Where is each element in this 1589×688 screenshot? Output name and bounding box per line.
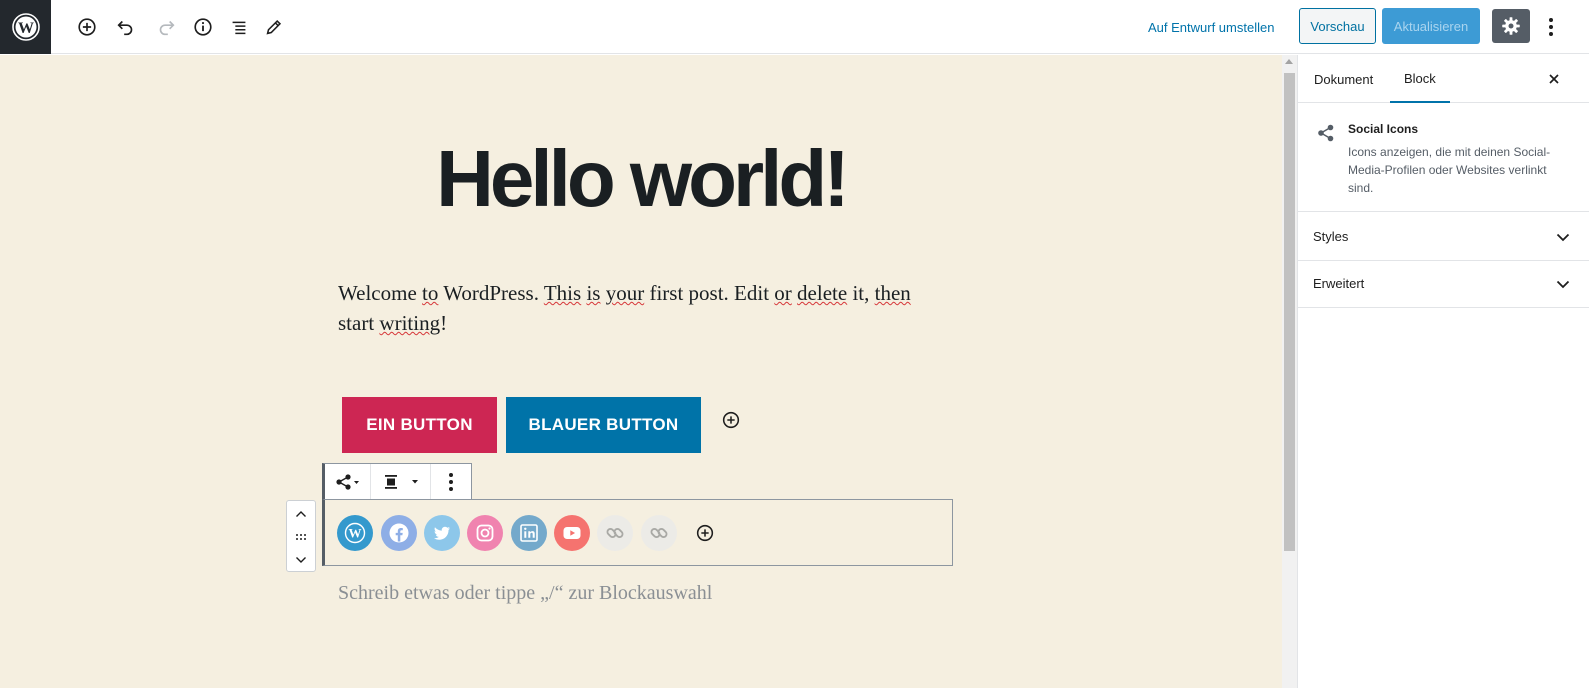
youtube-icon <box>563 527 581 539</box>
settings-button[interactable] <box>1492 9 1530 43</box>
redo-icon <box>159 20 175 36</box>
paragraph-text: is <box>586 281 601 305</box>
ein-button[interactable]: EIN BUTTON <box>342 397 497 453</box>
paragraph-text: This <box>543 281 582 305</box>
add-block-button[interactable] <box>71 11 103 43</box>
block-card-description: Icons anzeigen, die mit deinen Social-Me… <box>1348 145 1551 195</box>
link-icon <box>606 528 624 538</box>
panel-styles-title: Styles <box>1313 229 1349 244</box>
paragraph-text: start <box>338 311 380 335</box>
share-icon <box>1318 124 1334 142</box>
twitter-icon <box>434 526 450 540</box>
editor-canvas: Hello world! Welcome to WordPress. This … <box>0 55 1282 688</box>
social-link-linkedin[interactable] <box>511 515 547 551</box>
social-link-facebook[interactable] <box>381 515 417 551</box>
block-mover <box>286 500 316 572</box>
paragraph-text: it, <box>847 281 875 305</box>
social-link-youtube[interactable] <box>554 515 590 551</box>
more-vertical-icon <box>448 472 453 491</box>
undo-icon <box>117 20 133 36</box>
tab-document[interactable]: Dokument <box>1314 55 1373 103</box>
sidebar-tabs: Dokument Block <box>1298 55 1589 103</box>
paragraph-text: to <box>422 281 439 305</box>
social-link-twitter[interactable] <box>424 515 460 551</box>
panel-styles[interactable]: Styles <box>1298 213 1589 261</box>
paragraph-text: Welcome <box>338 281 423 305</box>
paragraph-text: delete <box>797 281 848 305</box>
paragraph-text: ! <box>440 311 448 335</box>
close-icon <box>1549 74 1559 84</box>
default-block-appender[interactable]: Schreib etwas oder tippe „/“ zur Blockau… <box>338 582 712 605</box>
paragraph-text: writing <box>379 311 441 335</box>
tab-block[interactable]: Block <box>1390 55 1450 103</box>
instagram-icon <box>476 524 494 542</box>
paragraph-text: your <box>605 281 645 305</box>
drag-handle-icon <box>296 534 306 540</box>
facebook-icon <box>389 523 409 543</box>
outline-icon <box>232 21 246 35</box>
linkedin-icon <box>520 524 538 542</box>
block-card: Social Icons Icons anzeigen, die mit dei… <box>1298 104 1589 212</box>
move-down-button[interactable] <box>287 549 315 571</box>
move-up-button[interactable] <box>287 503 315 525</box>
redo-button[interactable] <box>150 11 182 43</box>
wordpress-icon: W <box>344 522 366 544</box>
paragraph-block[interactable]: Welcome to WordPress. This is your first… <box>338 278 938 338</box>
gear-icon <box>1502 17 1520 35</box>
post-title[interactable]: Hello world! <box>0 133 1282 225</box>
link-icon <box>650 528 668 538</box>
editor-scrollbar[interactable] <box>1282 55 1297 688</box>
preview-button[interactable]: Vorschau <box>1299 8 1376 44</box>
social-link-generic[interactable] <box>641 515 677 551</box>
share-icon <box>335 473 359 490</box>
edit-icon <box>266 19 282 35</box>
switch-to-draft-button[interactable]: Auf Entwurf umstellen <box>1148 9 1274 45</box>
update-button[interactable]: Aktualisieren <box>1382 8 1480 44</box>
wordpress-logo-icon: W <box>11 13 40 41</box>
info-icon <box>194 18 212 36</box>
wordpress-logo-button[interactable]: W <box>0 0 51 54</box>
edit-mode-button[interactable] <box>258 11 290 43</box>
close-sidebar-button[interactable] <box>1542 67 1566 91</box>
undo-button[interactable] <box>110 11 142 43</box>
chevron-down-icon <box>296 557 306 563</box>
drag-handle[interactable] <box>287 526 315 548</box>
social-icons-block[interactable]: W <box>322 499 953 566</box>
editor-header: W Auf Entwurf umstellen Vorschau Aktuali… <box>0 0 1589 54</box>
settings-sidebar: Dokument Block Social Icons Icons anzeig… <box>1297 55 1589 688</box>
paragraph-text: or <box>774 281 792 305</box>
chevron-down-icon <box>1556 233 1570 242</box>
panel-advanced[interactable]: Erweitert <box>1298 260 1589 308</box>
block-card-title: Social Icons <box>1348 122 1419 136</box>
svg-text:W: W <box>349 526 362 541</box>
scroll-up-arrow-icon[interactable] <box>1285 59 1293 64</box>
scrollbar-thumb[interactable] <box>1284 73 1295 551</box>
add-social-link-icon[interactable] <box>694 522 716 544</box>
social-link-wordpress[interactable]: W <box>337 515 373 551</box>
more-options-button[interactable] <box>431 464 470 499</box>
paragraph-text: WordPress. <box>438 281 544 305</box>
social-link-instagram[interactable] <box>467 515 503 551</box>
block-navigation-button[interactable] <box>223 11 255 43</box>
chevron-down-icon <box>1556 280 1570 289</box>
chevron-up-icon <box>296 511 306 517</box>
add-block-icon <box>78 18 96 36</box>
blauer-button[interactable]: BLAUER BUTTON <box>506 397 701 453</box>
content-info-button[interactable] <box>187 11 219 43</box>
paragraph-text: first post. Edit <box>644 281 775 305</box>
more-vertical-icon <box>1549 18 1553 36</box>
add-button-icon[interactable] <box>720 409 742 431</box>
svg-text:W: W <box>18 20 34 37</box>
more-tools-button[interactable] <box>1539 12 1563 42</box>
align-button[interactable] <box>371 464 431 499</box>
align-center-icon <box>384 474 418 489</box>
block-switcher-button[interactable] <box>325 464 371 499</box>
social-link-generic[interactable] <box>597 515 633 551</box>
paragraph-text: then <box>874 281 911 305</box>
panel-advanced-title: Erweitert <box>1313 276 1365 291</box>
block-toolbar <box>322 463 472 500</box>
